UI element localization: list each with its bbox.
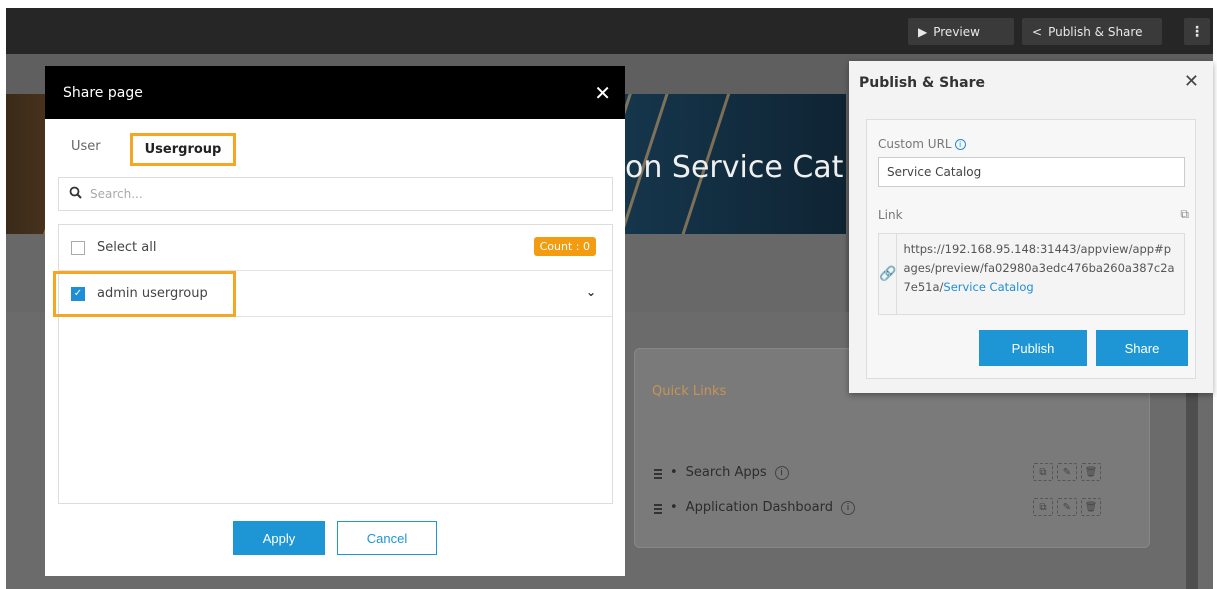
drag-handle-icon[interactable]	[654, 501, 662, 514]
search-input[interactable]	[90, 187, 602, 201]
quick-link-actions: ⧉ ✎ 🗑	[1033, 498, 1101, 516]
bullet: •	[670, 465, 678, 480]
link-box: 🔗 https://192.168.95.148:31443/appview/a…	[878, 233, 1185, 315]
share-button[interactable]: Share	[1096, 330, 1188, 366]
info-icon[interactable]: i	[954, 139, 966, 150]
share-page-dialog: Share page ✕ User Usergroup Select all C…	[45, 66, 625, 576]
bullet: •	[670, 500, 678, 515]
cancel-button[interactable]: Cancel	[337, 521, 437, 555]
count-badge: Count : 0	[533, 237, 596, 256]
select-all-checkbox[interactable]	[71, 240, 85, 255]
edit-icon[interactable]: ✎	[1057, 498, 1077, 516]
quick-link-actions: ⧉ ✎ 🗑	[1033, 463, 1101, 481]
preview-label: Preview	[933, 24, 980, 39]
tab-user[interactable]: User	[71, 139, 101, 154]
delete-icon[interactable]: 🗑	[1081, 498, 1101, 516]
quick-link-item[interactable]: • Search Apps i	[654, 465, 789, 480]
panel-title: Publish & Share	[859, 75, 985, 91]
copy-icon[interactable]: ⧉	[1033, 463, 1053, 481]
publish-share-panel: Publish & Share ✕ Custom URL i Service Ca…	[849, 61, 1213, 393]
publish-share-label: Publish & Share	[1048, 24, 1143, 39]
share-icon: <	[1032, 24, 1043, 39]
info-icon[interactable]: i	[840, 500, 855, 515]
link-text[interactable]: https://192.168.95.148:31443/appview/app…	[897, 234, 1184, 314]
dialog-header: Share page ✕	[45, 66, 625, 119]
link-icon: 🔗	[879, 234, 898, 314]
more-options-button[interactable]: ⋮	[1184, 18, 1210, 45]
select-all-row[interactable]: Select all Count : 0	[59, 225, 612, 271]
preview-button[interactable]: ▶ Preview	[908, 18, 1014, 45]
usergroup-list: Select all Count : 0 ✓ admin usergroup ⌄	[53, 224, 613, 504]
dialog-title: Share page	[63, 84, 143, 101]
quick-links-title: Quick Links	[652, 384, 727, 399]
link-label: Link	[878, 208, 903, 222]
close-icon[interactable]: ✕	[1184, 71, 1199, 92]
play-icon: ▶	[918, 24, 928, 39]
close-icon[interactable]: ✕	[594, 81, 611, 105]
quick-link-label: Search Apps	[685, 465, 767, 480]
top-toolbar: ▶ Preview < Publish & Share ⋮	[6, 8, 1213, 54]
drag-handle-icon[interactable]	[654, 466, 662, 479]
select-all-label: Select all	[97, 240, 157, 255]
delete-icon[interactable]: 🗑	[1081, 463, 1101, 481]
chevron-down-icon[interactable]: ⌄	[586, 285, 596, 299]
dialog-tabs: User Usergroup	[45, 119, 625, 174]
search-icon	[69, 186, 82, 203]
tab-usergroup[interactable]: Usergroup	[130, 133, 236, 166]
kebab-icon: ⋮	[1190, 23, 1204, 40]
banner-title: on Service Cat	[625, 150, 844, 185]
list-item[interactable]: ✓ admin usergroup ⌄	[53, 271, 612, 317]
edit-icon[interactable]: ✎	[1057, 463, 1077, 481]
panel-content: Custom URL i Service Catalog Link ⧉ 🔗 htt…	[866, 119, 1196, 379]
apply-button[interactable]: Apply	[233, 521, 325, 555]
publish-button[interactable]: Publish	[979, 330, 1087, 366]
copy-icon[interactable]: ⧉	[1180, 207, 1189, 222]
custom-url-label: Custom URL i	[878, 137, 966, 151]
copy-icon[interactable]: ⧉	[1033, 498, 1053, 516]
info-icon[interactable]: i	[774, 465, 789, 480]
publish-share-button[interactable]: < Publish & Share	[1022, 18, 1162, 45]
quick-link-label: Application Dashboard	[685, 500, 833, 515]
quick-link-item[interactable]: • Application Dashboard i	[654, 500, 855, 515]
dialog-footer: Apply Cancel	[45, 521, 625, 555]
selection-highlight	[53, 271, 236, 317]
search-box	[58, 177, 613, 211]
custom-url-input[interactable]: Service Catalog	[878, 157, 1185, 187]
